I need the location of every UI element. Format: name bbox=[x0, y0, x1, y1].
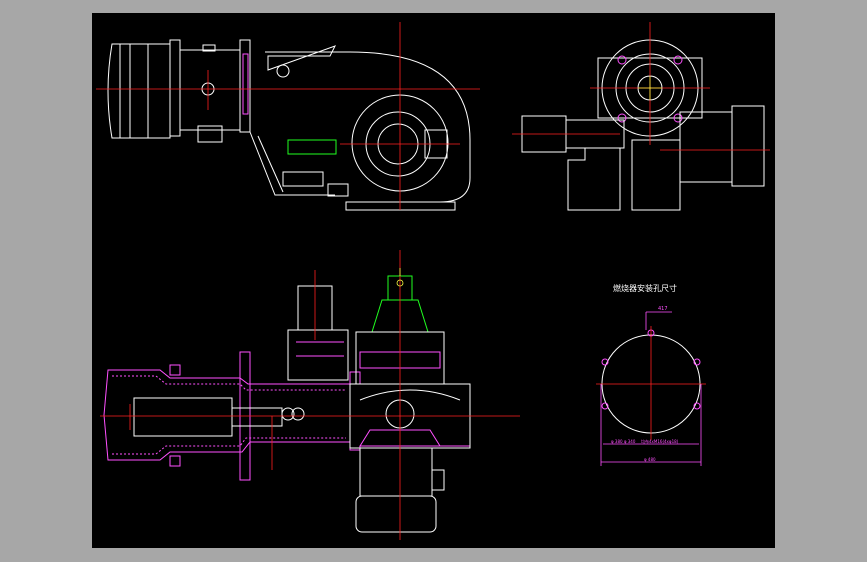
connector-box bbox=[197, 125, 223, 143]
motor-body bbox=[107, 43, 171, 139]
control-box bbox=[282, 171, 324, 187]
cad-drawing-svg bbox=[96, 22, 770, 540]
motor-flange bbox=[169, 39, 181, 137]
sectional-view bbox=[100, 250, 520, 540]
air-damper bbox=[287, 139, 337, 155]
blower-volute bbox=[265, 51, 471, 203]
side-elevation-view bbox=[96, 22, 480, 211]
mounting-hole-title: 燃烧器安装孔尺寸 bbox=[613, 284, 677, 293]
dimension-bottom: φ 480 bbox=[644, 457, 656, 462]
dimension-bolts: 均布4xM16(4xφ18) bbox=[641, 439, 679, 444]
electrode-body bbox=[133, 397, 233, 437]
housing bbox=[180, 49, 241, 131]
actuator-box bbox=[679, 111, 733, 183]
damper-linkage bbox=[267, 45, 337, 71]
dimension-top: 417 bbox=[658, 306, 668, 312]
actuator-cover bbox=[731, 105, 765, 187]
fan-motor bbox=[359, 447, 433, 497]
support-foot-right bbox=[631, 139, 681, 211]
servo-bracket bbox=[287, 329, 349, 381]
base-plate bbox=[345, 201, 456, 211]
dimension-left: φ 380 φ 340 bbox=[611, 439, 636, 444]
support-foot-left bbox=[567, 147, 621, 211]
pressure-switch bbox=[327, 183, 349, 197]
front-elevation-view bbox=[512, 22, 770, 211]
motor-end-cap bbox=[355, 495, 437, 533]
